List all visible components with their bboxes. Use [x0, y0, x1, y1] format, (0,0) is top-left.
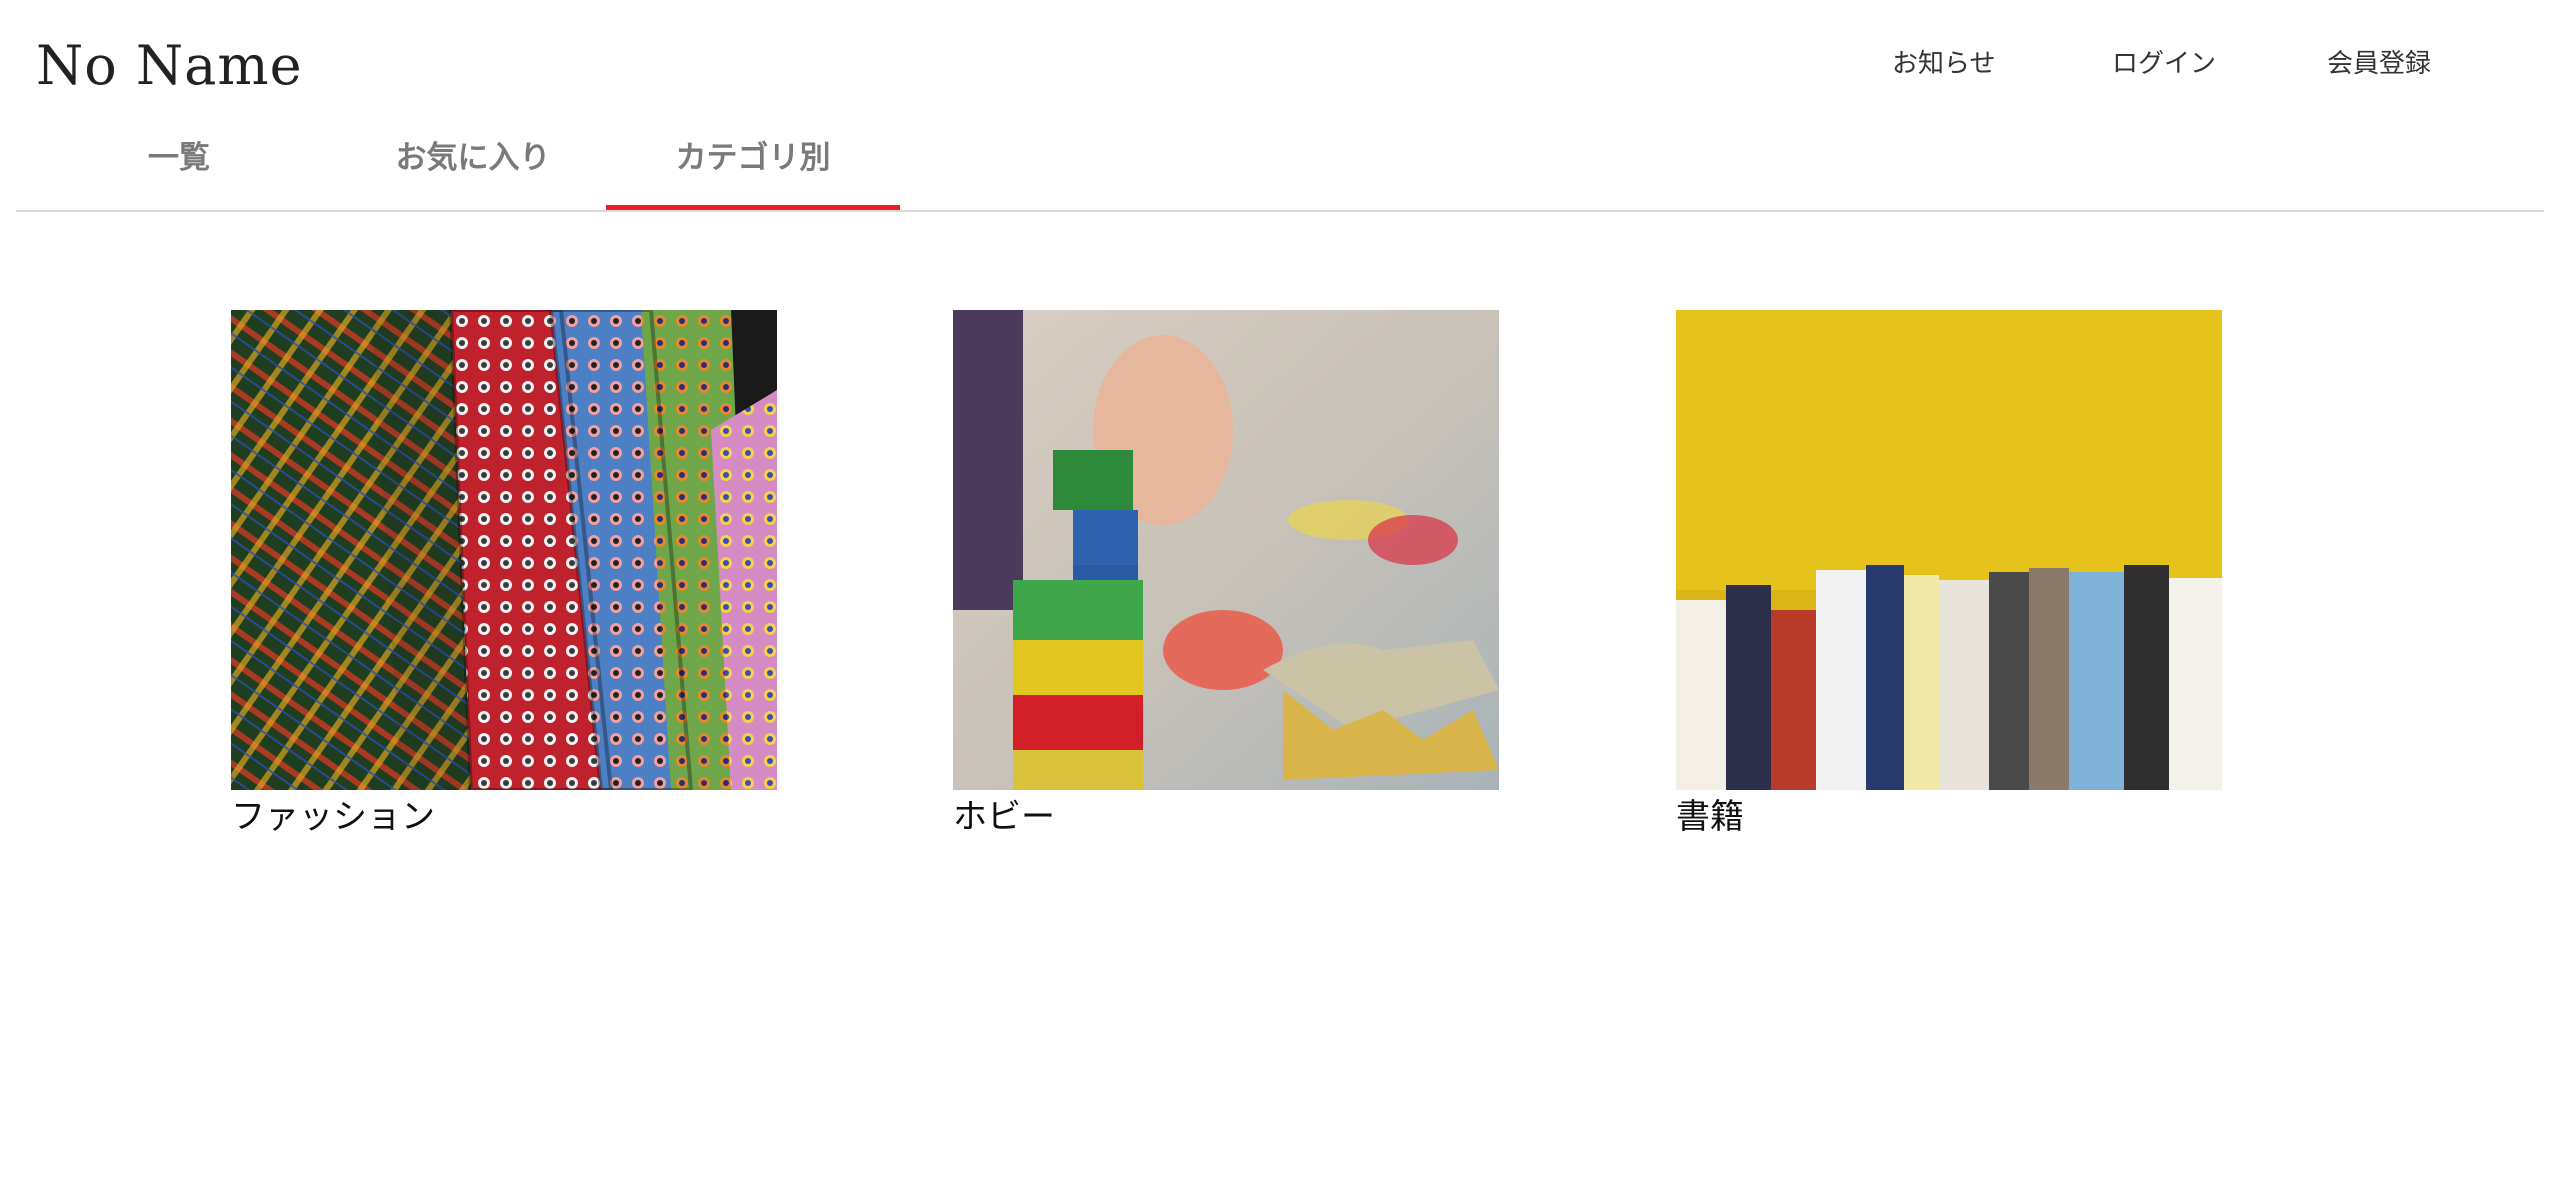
toy-blocks-image[interactable] — [953, 310, 1499, 790]
nav-link-login[interactable]: ログイン — [2112, 44, 2216, 84]
nav-link-register[interactable]: 会員登録 — [2327, 44, 2431, 84]
tab-list[interactable]: 一覧 — [32, 126, 326, 210]
category-label[interactable]: ホビー — [953, 796, 1499, 838]
category-card-books[interactable]: 書籍 — [1676, 310, 2222, 838]
nav-link-news[interactable]: お知らせ — [1892, 44, 1995, 84]
tab-bar: 一覧 お気に入り カテゴリ別 — [16, 126, 2544, 212]
books-image[interactable] — [1676, 310, 2222, 790]
neckties-image[interactable] — [231, 310, 777, 790]
tab-favorites[interactable]: お気に入り — [326, 126, 620, 210]
category-card-hobby[interactable]: ホビー — [953, 310, 1499, 838]
category-label[interactable]: ファッション — [231, 796, 777, 838]
top-nav: お知らせ ログイン 会員登録 — [1860, 44, 2480, 84]
tab-categories[interactable]: カテゴリ別 — [606, 126, 900, 210]
category-label[interactable]: 書籍 — [1676, 796, 2222, 838]
category-card-fashion[interactable]: ファッション — [231, 310, 777, 838]
site-logo[interactable]: No Name — [36, 34, 303, 98]
